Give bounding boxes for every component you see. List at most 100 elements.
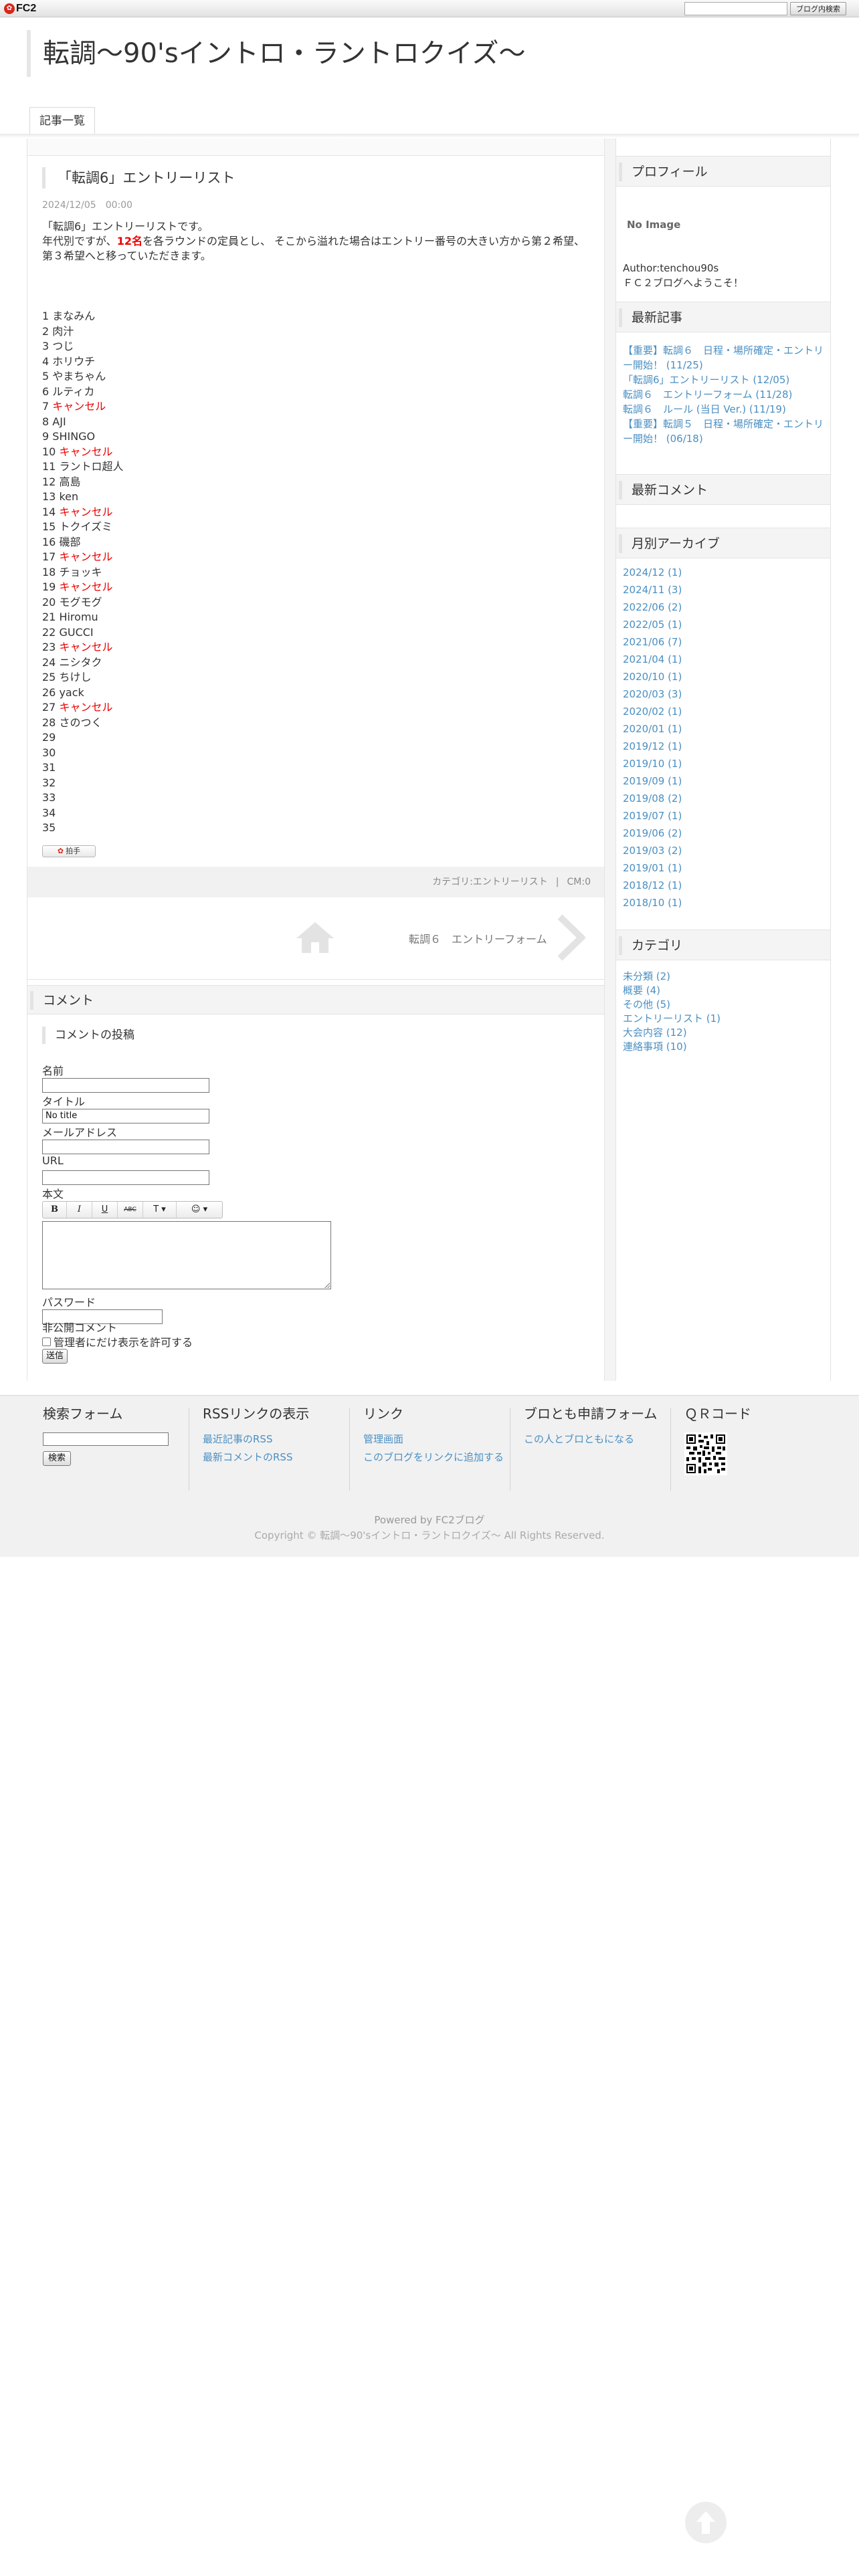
archive-month-link[interactable]: 2020/03 (3): [623, 685, 824, 703]
entry-list-item: 11 ラントロ超人: [42, 459, 123, 475]
entry-list-item: 29: [42, 730, 123, 746]
name-input[interactable]: [42, 1078, 209, 1093]
archive-month-link[interactable]: 2019/09 (1): [623, 772, 824, 790]
blog-title[interactable]: 転調〜90'sイントロ・ラントロクイズ〜: [27, 30, 526, 77]
category-link[interactable]: 連絡事項 (10): [623, 1040, 824, 1054]
recent-article-link[interactable]: 【重要】転調６ 日程・場所確定・エントリー開始！ (11/25): [623, 343, 824, 372]
nav-tab-article-list[interactable]: 記事一覧: [29, 107, 95, 134]
category-link[interactable]: 大会内容 (12): [623, 1026, 824, 1040]
footer-search-button[interactable]: 検索: [43, 1451, 71, 1466]
emoji-dropdown[interactable]: ☺ ▾: [177, 1202, 222, 1218]
comment-body-textarea[interactable]: [42, 1221, 331, 1289]
recent-article-link[interactable]: 転調６ ルール (当日 Ver.) (11/19): [623, 402, 824, 417]
archive-month-link[interactable]: 2022/05 (1): [623, 616, 824, 633]
home-icon[interactable]: [295, 921, 335, 954]
archive-month-link[interactable]: 2018/10 (1): [623, 894, 824, 911]
archive-month-link[interactable]: 2022/06 (2): [623, 599, 824, 616]
category-link[interactable]: 未分類 (2): [623, 970, 824, 984]
rss-comments-link[interactable]: 最新コメントのRSS: [203, 1451, 357, 1465]
archive-month-link[interactable]: 2019/01 (1): [623, 859, 824, 877]
archive-month-link[interactable]: 2019/03 (2): [623, 842, 824, 859]
entry-name: さのつく: [59, 716, 102, 729]
category-link[interactable]: エントリーリスト (1): [623, 1012, 824, 1026]
recent-article-link[interactable]: 転調６ エントリーフォーム (11/28): [623, 387, 824, 402]
entry-list-item: 28 さのつく: [42, 716, 123, 731]
body-label: 本文: [42, 1188, 64, 1200]
entry-list-item: 23 キャンセル: [42, 640, 123, 655]
entry-name: ホリウチ: [52, 354, 96, 368]
text-style-dropdown[interactable]: T ▾: [143, 1202, 177, 1218]
profile-title: プロフィール: [619, 163, 708, 181]
submit-button[interactable]: 送信: [42, 1349, 68, 1364]
fc2-logo[interactable]: ✿ FC2: [4, 2, 36, 15]
entry-category-link[interactable]: カテゴリ:エントリーリスト: [432, 877, 548, 887]
archive-month-link[interactable]: 2019/07 (1): [623, 807, 824, 825]
entry-date-time: 00:00: [105, 200, 133, 211]
archive-month-link[interactable]: 2020/10 (1): [623, 668, 824, 685]
italic-button[interactable]: I: [67, 1202, 92, 1218]
email-label: メールアドレス: [42, 1126, 118, 1139]
archive-month-link[interactable]: 2019/08 (2): [623, 790, 824, 807]
entry-number: 33: [42, 791, 56, 804]
entry-name: Hiromu: [59, 611, 98, 623]
underline-button[interactable]: U: [92, 1202, 118, 1218]
scroll-to-top-button[interactable]: [685, 2502, 727, 2543]
entry-body-highlight: 12名: [116, 235, 142, 247]
entry-title[interactable]: 「転調6」エントリーリスト: [42, 167, 235, 189]
category-link[interactable]: その他 (5): [623, 998, 824, 1012]
bold-button[interactable]: B: [43, 1202, 67, 1218]
main-top-strip: [27, 138, 604, 156]
archive-month-link[interactable]: 2024/12 (1): [623, 564, 824, 581]
recent-article-link[interactable]: 「転調6」エントリーリスト (12/05): [623, 372, 824, 387]
footer-search-input[interactable]: [43, 1432, 169, 1446]
recent-articles-header: 最新記事: [616, 302, 830, 332]
entry-comment-count[interactable]: CM:0: [567, 877, 591, 887]
footer-links: リンク 管理画面 このブログをリンクに追加する: [363, 1405, 504, 1491]
title-input[interactable]: No title: [42, 1109, 209, 1123]
email-input[interactable]: [42, 1140, 209, 1154]
entry-number: 27: [42, 701, 56, 714]
entry-name: ken: [59, 490, 79, 503]
archive-month-link[interactable]: 2019/10 (1): [623, 755, 824, 772]
url-input[interactable]: [42, 1170, 209, 1185]
archive-month-link[interactable]: 2020/01 (1): [623, 720, 824, 738]
archive-month-link[interactable]: 2021/06 (7): [623, 633, 824, 651]
entry-number: 31: [42, 761, 56, 774]
secret-checkbox-row[interactable]: 管理者にだけ表示を許可する: [42, 1333, 193, 1350]
friend-request-link[interactable]: この人とブロともになる: [524, 1432, 664, 1446]
strike-button[interactable]: ABC: [118, 1202, 143, 1218]
clap-button[interactable]: ✿ 拍手: [42, 845, 96, 857]
archive-month-link[interactable]: 2018/12 (1): [623, 877, 824, 894]
recent-articles-list: 【重要】転調６ 日程・場所確定・エントリー開始！ (11/25) 「転調6」エン…: [623, 343, 824, 446]
entry-number: 23: [42, 641, 56, 653]
profile-header: プロフィール: [616, 156, 830, 187]
entry-date: 2024/12/05 00:00: [42, 200, 142, 211]
fc2-search-input[interactable]: [684, 2, 787, 15]
admin-link[interactable]: 管理画面: [363, 1432, 504, 1446]
entry-list-item: 25 ちけし: [42, 670, 123, 685]
chevron-right-icon[interactable]: [556, 914, 585, 961]
add-link-link[interactable]: このブログをリンクに追加する: [363, 1451, 504, 1465]
entry-number: 25: [42, 671, 56, 683]
recent-comments-header: 最新コメント: [616, 474, 830, 505]
article-pager: 転調６ エントリーフォーム: [27, 897, 604, 980]
entry-name: GUCCI: [59, 625, 94, 639]
archive-month-link[interactable]: 2019/06 (2): [623, 825, 824, 842]
archive-month-link[interactable]: 2024/11 (3): [623, 581, 824, 599]
category-link[interactable]: 概要 (4): [623, 984, 824, 998]
entry-list-item: 22 GUCCI: [42, 625, 123, 641]
next-article-link[interactable]: 転調６ エントリーフォーム: [409, 930, 547, 946]
secret-checkbox[interactable]: [42, 1337, 51, 1346]
powered-by[interactable]: Powered by FC2ブログ: [0, 1513, 859, 1527]
archive-month-link[interactable]: 2021/04 (1): [623, 651, 824, 668]
recent-article-link[interactable]: 【重要】転調５ 日程・場所確定・エントリー開始！ (06/18): [623, 417, 824, 446]
recent-articles-title: 最新記事: [619, 308, 682, 327]
secret-checkbox-label: 管理者にだけ表示を許可する: [54, 1336, 193, 1349]
entry-list-item: 18 チョッキ: [42, 565, 123, 580]
comment-section-title: コメント: [30, 991, 94, 1010]
blog-search-button[interactable]: ブログ内検索: [790, 2, 846, 15]
archive-month-link[interactable]: 2020/02 (1): [623, 703, 824, 720]
archive-month-link[interactable]: 2019/12 (1): [623, 738, 824, 755]
arrow-up-icon: [696, 2511, 715, 2534]
rss-recent-link[interactable]: 最近記事のRSS: [203, 1432, 357, 1446]
